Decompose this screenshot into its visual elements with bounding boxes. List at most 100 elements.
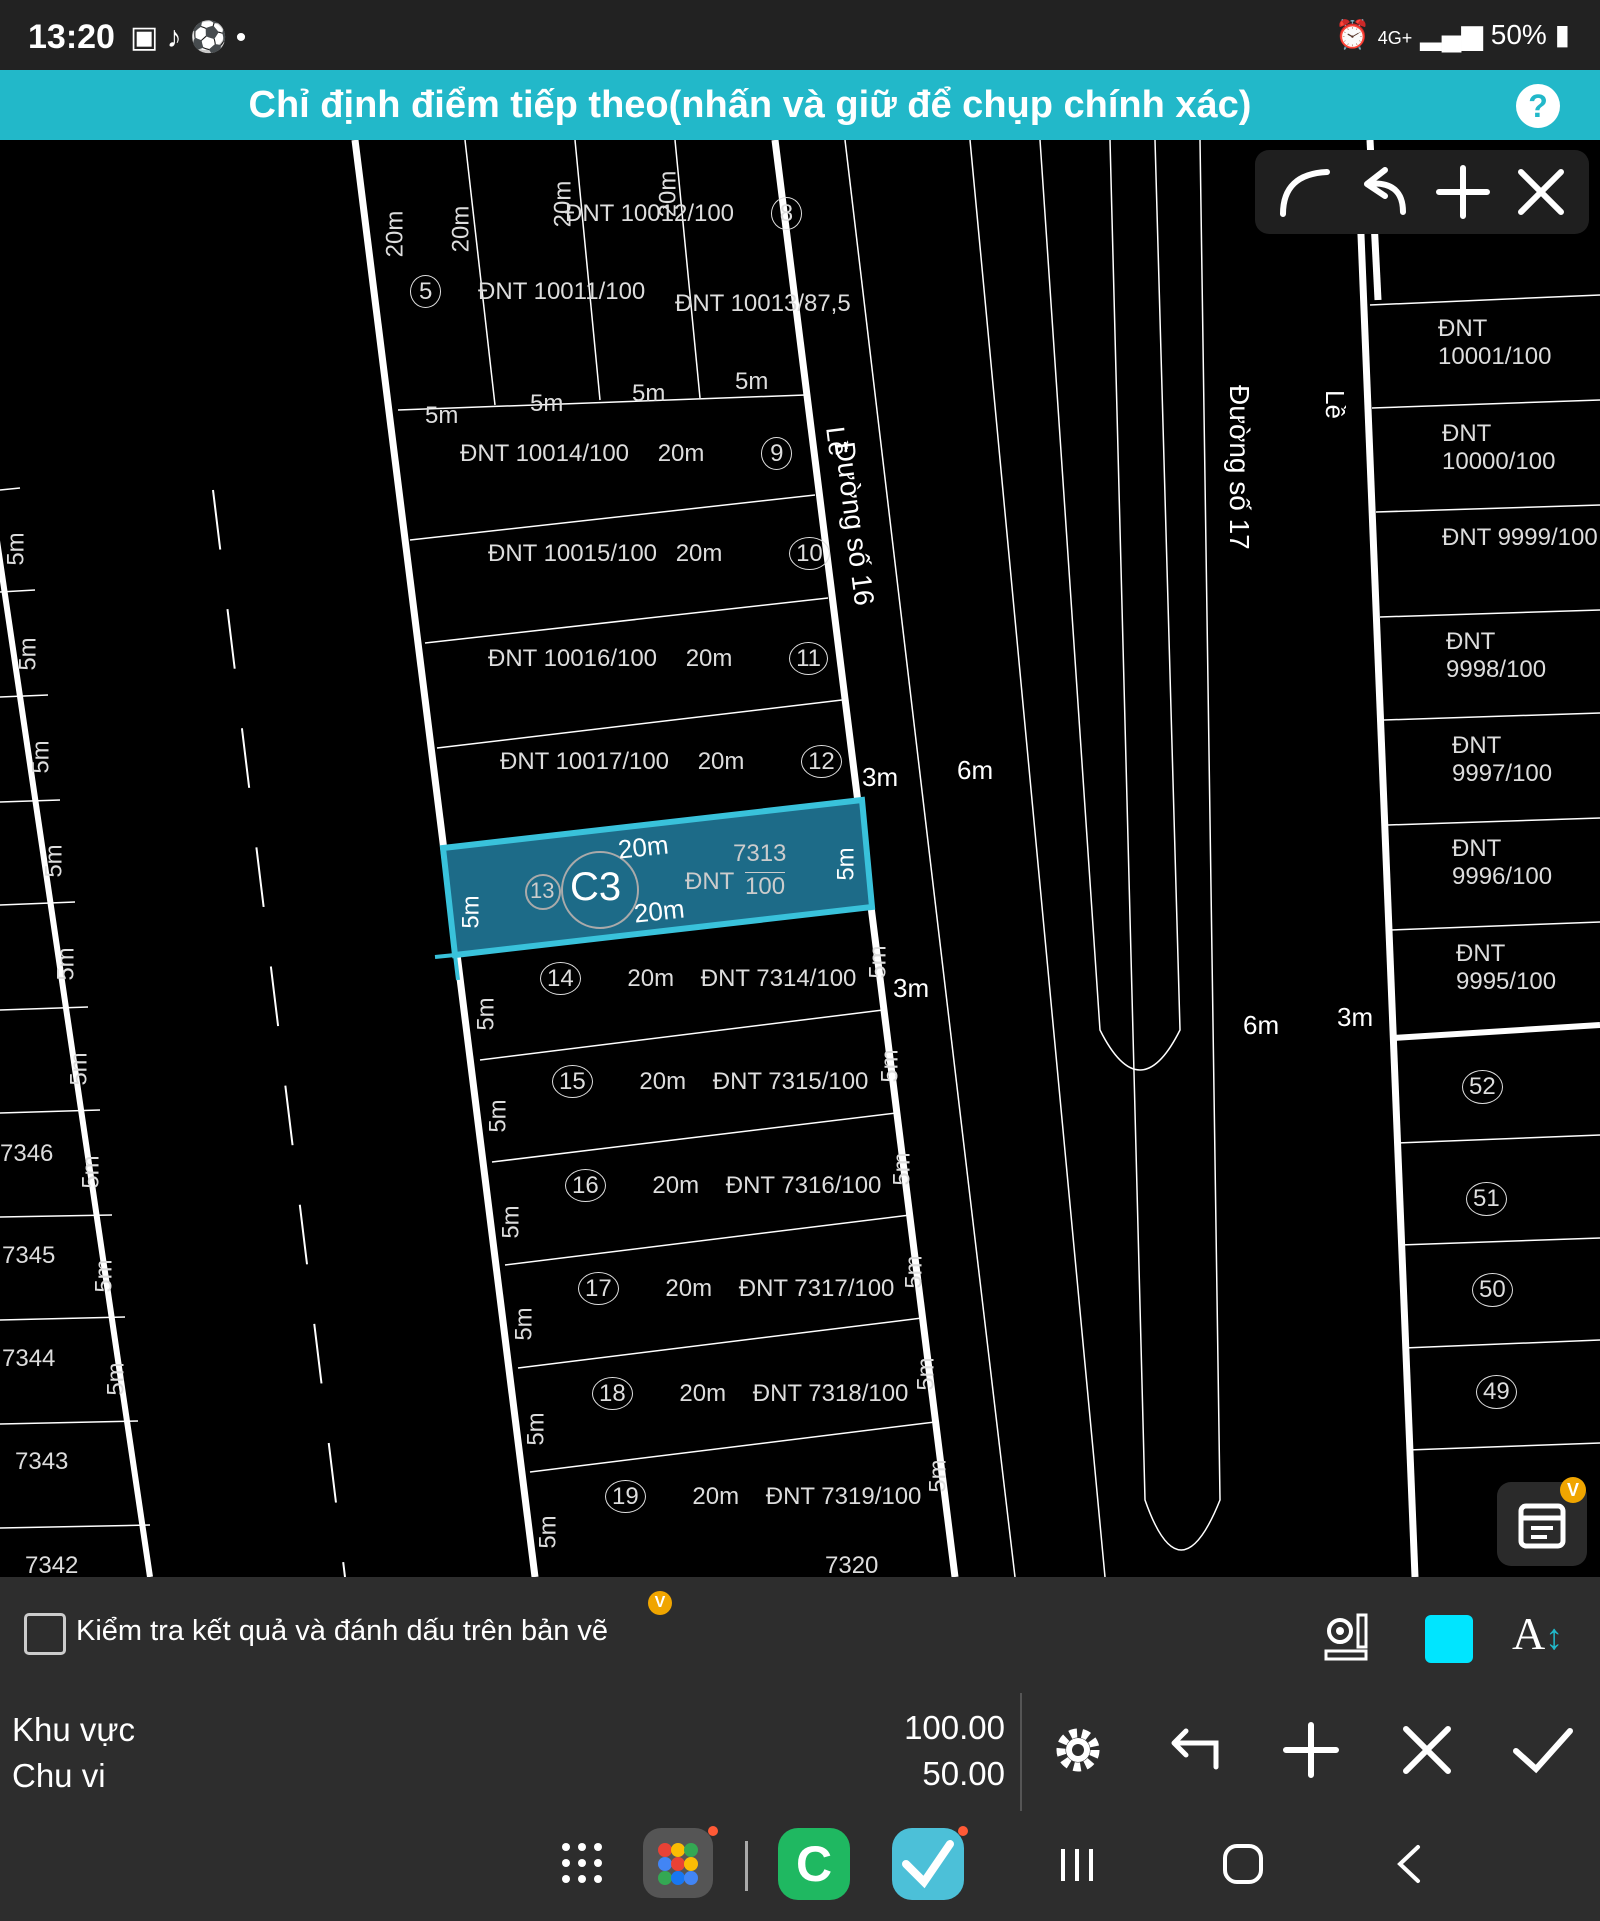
right-lot: ĐNT 10001/100 bbox=[1438, 315, 1552, 370]
divider bbox=[1020, 1693, 1022, 1811]
left-lot-width: 5m bbox=[102, 1362, 130, 1396]
network-label: 4G+ bbox=[1377, 28, 1413, 48]
selected-lot-width-left: 5m bbox=[457, 895, 485, 929]
lot-width-label: 5m bbox=[632, 380, 666, 407]
color-picker-swatch[interactable] bbox=[1425, 1615, 1473, 1663]
add-point-icon[interactable] bbox=[1276, 1715, 1346, 1785]
lot-9: ĐNT 10014/100 20m 9 bbox=[460, 437, 793, 470]
road-width-label: 3m bbox=[1337, 1002, 1374, 1032]
lot-19: 19 20m ĐNT 7319/100 bbox=[605, 1480, 921, 1513]
status-bar: 13:20 ▣ ♪ ⚽ • ⏰ 4G+ ▂▄▆ 50% ▮ bbox=[0, 0, 1600, 70]
soccer-icon: ⚽ bbox=[190, 21, 228, 54]
drawing-toolbox bbox=[1255, 150, 1589, 234]
lot-length-label: 20m bbox=[447, 205, 475, 253]
battery-label: 50% bbox=[1490, 19, 1547, 50]
arc-icon[interactable] bbox=[1273, 160, 1337, 224]
lot-width-label: 5m bbox=[912, 1357, 940, 1391]
back-arrow-icon[interactable] bbox=[1160, 1715, 1230, 1785]
lot-width-label: 5m bbox=[888, 1152, 916, 1186]
lot-boundary bbox=[1392, 1022, 1600, 1041]
lot-width-label: 5m bbox=[472, 997, 500, 1031]
left-lot-width: 5m bbox=[52, 947, 80, 981]
right-lot: ĐNT 9999/100 bbox=[1442, 524, 1598, 551]
check-row: Kiểm tra kết quả và đánh dấu trên bản vẽ… bbox=[0, 1577, 1600, 1695]
system-nav-bar: C bbox=[0, 1811, 1600, 1921]
selected-lot-landcode: ĐNT bbox=[685, 868, 735, 895]
lot-width-label: 5m bbox=[425, 402, 459, 429]
selected-lot[interactable] bbox=[434, 796, 876, 981]
area-label: Khu vực bbox=[12, 1711, 135, 1748]
lot-18: 18 20m ĐNT 7318/100 bbox=[592, 1377, 908, 1410]
curb-label: Lề bbox=[820, 425, 854, 458]
lot-width-label: 5m bbox=[484, 1099, 512, 1133]
separator bbox=[745, 1841, 748, 1891]
google-apps-icon[interactable] bbox=[643, 1828, 713, 1898]
road-width-label: 3m bbox=[893, 973, 930, 1003]
lot-15: 15 20m ĐNT 7315/100 bbox=[552, 1065, 868, 1098]
right-lot: ĐNT 9997/100 bbox=[1452, 732, 1553, 787]
app-drawer-icon[interactable] bbox=[560, 1841, 604, 1890]
perimeter-value: 50.00 bbox=[922, 1755, 1005, 1792]
selected-lot-parcel: 7313 bbox=[733, 840, 787, 867]
left-lot-parcel: 7343 bbox=[15, 1448, 69, 1475]
area-value: 100.00 bbox=[904, 1709, 1005, 1746]
notification-icons: ▣ ♪ ⚽ • bbox=[130, 20, 246, 55]
left-lot-width: 5m bbox=[2, 532, 30, 566]
close-icon[interactable] bbox=[1509, 160, 1573, 224]
add-icon[interactable] bbox=[1431, 160, 1495, 224]
lot-width-label: 5m bbox=[876, 1049, 904, 1083]
road-edge bbox=[1356, 209, 1419, 1577]
left-lot-width: 5m bbox=[40, 844, 68, 878]
home-icon[interactable] bbox=[1220, 1841, 1266, 1892]
lot-17: 17 20m ĐNT 7317/100 bbox=[578, 1272, 894, 1305]
selected-lot-code: C3 bbox=[570, 865, 622, 909]
right-lot: ĐNT 10000/100 bbox=[1442, 420, 1556, 475]
check-app-icon[interactable] bbox=[892, 1828, 964, 1900]
road-width-label: 6m bbox=[1243, 1010, 1280, 1040]
lot-top-10013: ĐNT 10013/87,5 bbox=[675, 290, 851, 317]
calendar-badge: V bbox=[1560, 1477, 1586, 1503]
c-app-icon[interactable]: C bbox=[778, 1828, 850, 1900]
verify-badge: V bbox=[648, 1591, 672, 1615]
left-lot-width: 5m bbox=[14, 637, 42, 671]
undo-icon[interactable] bbox=[1353, 160, 1417, 224]
lot-10: ĐNT 10015/100 20m 10 bbox=[488, 537, 830, 570]
status-time: 13:20 bbox=[28, 18, 115, 56]
gear-icon[interactable] bbox=[1043, 1715, 1113, 1785]
right-lot-number: 51 bbox=[1466, 1182, 1507, 1216]
back-icon[interactable] bbox=[1388, 1841, 1434, 1892]
selected-lot-area: 100 bbox=[745, 872, 786, 900]
help-button[interactable]: ? bbox=[1516, 84, 1560, 128]
cancel-icon[interactable] bbox=[1392, 1715, 1462, 1785]
lot-width-label: 5m bbox=[530, 390, 564, 417]
lot-length-label: 20m bbox=[654, 170, 682, 218]
selected-lot-width-right: 5m bbox=[832, 847, 860, 881]
lot-width-label: 5m bbox=[522, 1412, 550, 1446]
left-lot-parcel: 7346 bbox=[0, 1140, 54, 1167]
status-right: ⏰ 4G+ ▂▄▆ 50% ▮ bbox=[1335, 18, 1570, 51]
map-canvas[interactable]: C3 13 20m 20m 5m 5m ĐNT 7313 100 ĐNT 100… bbox=[0, 140, 1600, 1577]
lot-length-label: 20m bbox=[381, 210, 409, 258]
gallery-icon: ▣ bbox=[130, 21, 159, 54]
measure-settings-icon[interactable] bbox=[1318, 1607, 1378, 1672]
road-width-label: 6m bbox=[957, 755, 994, 785]
right-lot: ĐNT 9998/100 bbox=[1446, 628, 1547, 683]
tiktok-icon: ♪ bbox=[166, 21, 182, 54]
left-lot-parcel: 7345 bbox=[2, 1242, 56, 1269]
verify-checkbox[interactable] bbox=[24, 1613, 66, 1655]
left-lot-width: 5m bbox=[65, 1052, 93, 1086]
text-size-icon[interactable]: A↕ bbox=[1512, 1607, 1563, 1660]
centerline bbox=[212, 489, 346, 1577]
left-lot-width: 5m bbox=[77, 1155, 105, 1189]
verify-label: Kiểm tra kết quả và đánh dấu trên bản vẽ bbox=[76, 1615, 609, 1647]
battery-icon: ▮ bbox=[1554, 19, 1570, 50]
instruction-text: Chỉ định điểm tiếp theo(nhấn và giữ để c… bbox=[248, 84, 1252, 126]
left-lot-width: 5m bbox=[90, 1259, 118, 1293]
alarm-icon: ⏰ bbox=[1335, 19, 1370, 50]
lot-width-label: 5m bbox=[510, 1307, 538, 1341]
confirm-check-icon[interactable] bbox=[1508, 1715, 1578, 1785]
lot-length-label: 20m bbox=[549, 180, 577, 228]
notification-dot bbox=[708, 1826, 718, 1836]
lot-width-label: 5m bbox=[497, 1205, 525, 1239]
recent-apps-icon[interactable] bbox=[1055, 1843, 1099, 1892]
